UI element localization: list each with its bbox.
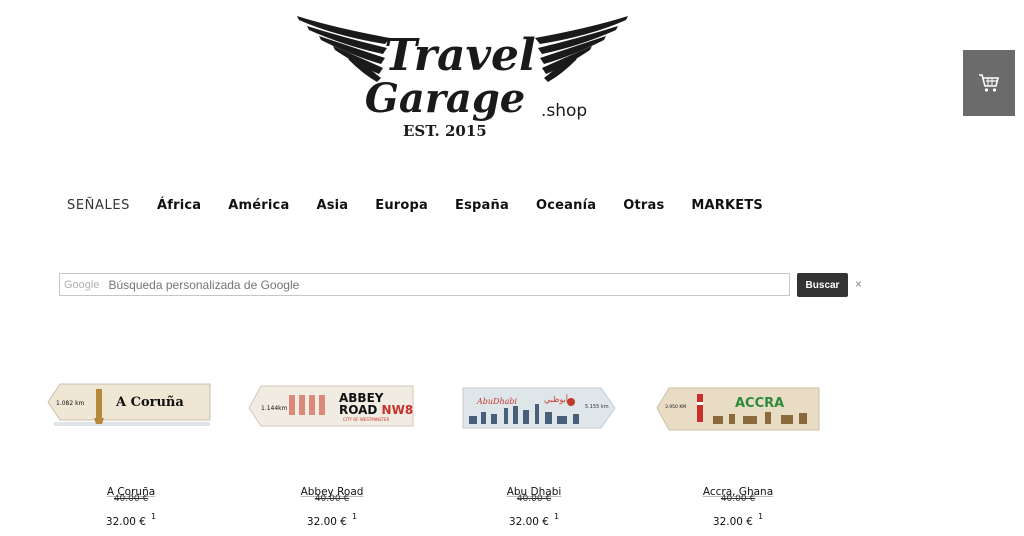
- cart-button[interactable]: [963, 50, 1015, 116]
- main-nav: SEÑALES África América Asia Europa Españ…: [67, 198, 790, 213]
- product-old-price: 40.00 €: [113, 494, 149, 504]
- svg-text:ACCRA: ACCRA: [735, 396, 784, 411]
- product-price: 32.00 €1: [712, 512, 764, 528]
- nav-item-asia[interactable]: Asia: [316, 198, 348, 213]
- nav-item-america[interactable]: América: [228, 198, 289, 213]
- product-card[interactable]: 1.144km ABBEY ROAD NW8 CITY OF WESTMINST…: [247, 380, 417, 528]
- search-input[interactable]: [108, 277, 759, 292]
- svg-text:ROAD NW8: ROAD NW8: [339, 403, 413, 417]
- logo-line1: Travel: [384, 30, 536, 81]
- search-box: Google: [59, 273, 790, 296]
- nav-item-europa[interactable]: Europa: [375, 198, 428, 213]
- product-old-price: 40.00 €: [314, 494, 350, 504]
- clear-search-icon[interactable]: ×: [855, 277, 862, 291]
- nav-item-espana[interactable]: España: [455, 198, 509, 213]
- nav-item-africa[interactable]: África: [157, 198, 201, 213]
- shopping-cart-icon: [979, 74, 1000, 92]
- product-card[interactable]: 1.082 km A Coruña A Coruña 40.00 € 32.00…: [46, 380, 216, 528]
- product-price: 32.00 €1: [105, 512, 157, 528]
- nav-item-otras[interactable]: Otras: [623, 198, 664, 213]
- search-button[interactable]: Buscar: [797, 273, 848, 297]
- logo-line2: Garage: [365, 75, 526, 122]
- product-price: 32.00 €1: [306, 512, 358, 528]
- nav-item-markets[interactable]: MARKETS: [691, 198, 763, 213]
- svg-text:أبوظبي: أبوظبي: [544, 394, 568, 404]
- product-badge: 1: [757, 512, 764, 521]
- svg-text:AbuDhabi: AbuDhabi: [476, 397, 518, 406]
- product-old-price: 40.00 €: [516, 494, 552, 504]
- product-price: 32.00 €1: [508, 512, 560, 528]
- svg-text:1.082 km: 1.082 km: [56, 400, 85, 407]
- product-image[interactable]: 3.950 KM ACCRA: [653, 380, 823, 440]
- product-image[interactable]: 1.082 km A Coruña: [46, 380, 216, 440]
- product-old-price: 40.00 €: [720, 494, 756, 504]
- svg-text:1.144km: 1.144km: [261, 405, 288, 412]
- nav-item-senales[interactable]: SEÑALES: [67, 198, 130, 213]
- product-image[interactable]: AbuDhabi أبوظبي 5.155 km: [449, 380, 619, 440]
- product-badge: 1: [351, 512, 358, 521]
- product-card[interactable]: 3.950 KM ACCRA Accra, Ghana 40.00 € 32.0…: [653, 380, 823, 528]
- logo-suffix: .shop: [541, 101, 587, 121]
- svg-text:3.950 KM: 3.950 KM: [665, 404, 686, 410]
- nav-item-oceania[interactable]: Oceanía: [536, 198, 596, 213]
- product-card[interactable]: AbuDhabi أبوظبي 5.155 km Abu Dhabi 40.00…: [449, 380, 619, 528]
- winged-logo: Travel Garage .shop EST. 2015: [297, 16, 628, 140]
- svg-text:A Coruña: A Coruña: [115, 395, 184, 410]
- google-brand-mark: Google: [64, 278, 100, 291]
- site-logo[interactable]: Travel Garage .shop EST. 2015: [295, 8, 630, 148]
- product-image[interactable]: 1.144km ABBEY ROAD NW8 CITY OF WESTMINST…: [247, 380, 417, 440]
- svg-text:CITY OF WESTMINSTER: CITY OF WESTMINSTER: [343, 417, 389, 422]
- svg-text:5.155 km: 5.155 km: [585, 404, 609, 410]
- product-badge: 1: [150, 512, 157, 521]
- logo-est: EST. 2015: [403, 122, 487, 140]
- product-badge: 1: [553, 512, 560, 521]
